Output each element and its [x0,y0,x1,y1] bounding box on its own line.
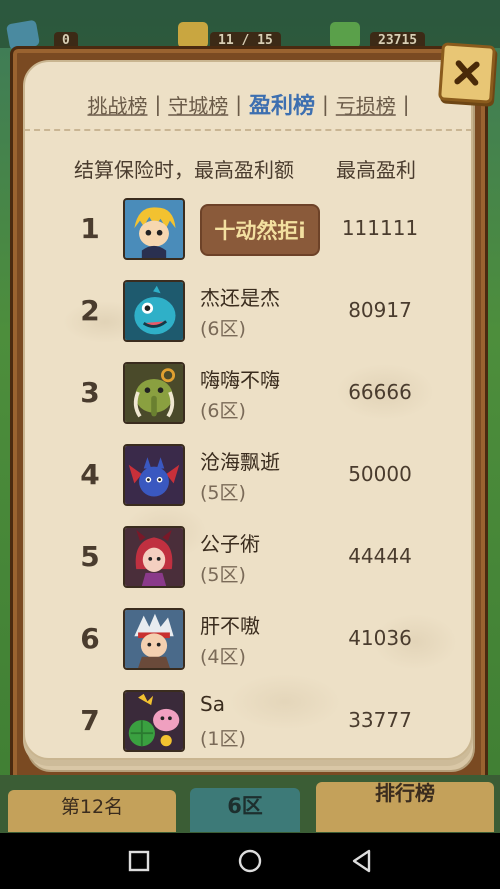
back-button[interactable] [348,847,376,875]
profit-score: 44444 [348,544,412,568]
player-zone: (6区) [200,318,246,340]
top-hud: 0 11 / 15 23715 [0,0,500,52]
back-triangle-icon [352,849,371,873]
player-zone: (5区) [200,564,246,586]
red-devil-girl-icon [123,526,185,588]
square-icon [128,850,150,872]
home-button[interactable] [236,847,264,875]
rank-number: 4 [80,458,100,491]
player-name: 杰还是杰 [200,286,280,310]
rank-number: 3 [80,376,100,409]
profit-score: 111111 [341,216,419,240]
android-nav-bar [0,833,500,889]
my-rank-tab[interactable]: 第12名 [8,790,176,832]
cash-icon [330,22,360,48]
rank-number: 7 [80,704,100,737]
table-row[interactable]: 2 杰还是杰 (6区) 80917 [0,280,500,362]
player-name: 嗨嗨不嗨 [200,368,280,392]
leaderboard-tabs: 挑战榜 | 守城榜 | 盈利榜 | 亏损榜 | [0,88,500,120]
player-name: 公子術 [200,532,260,556]
blue-dino-icon [123,280,185,342]
player-name-button[interactable]: 十动然拒i [200,204,320,256]
profit-score: 41036 [348,626,412,650]
close-icon [454,60,480,86]
table-row[interactable]: 7 Sa (1区) 33777 [0,690,500,772]
profit-score: 50000 [348,462,412,486]
rank-number: 2 [80,294,100,327]
header-score-label: 最高盈利 [336,158,416,182]
header-description: 结算保险时，最高盈利额 [74,158,294,182]
leaderboard-button[interactable]: 排行榜 [316,782,494,832]
profit-score: 33777 [348,708,412,732]
recent-apps-button[interactable] [125,847,153,875]
profit-score: 80917 [348,298,412,322]
tab-profit[interactable]: 盈利榜 [247,88,317,120]
table-row[interactable]: 3 嗨嗨不嗨 (6区) 66666 [0,362,500,444]
player-name: 沧海飘逝 [200,450,280,474]
profit-score: 66666 [348,380,412,404]
rank-number: 5 [80,540,100,573]
circle-icon [238,849,262,873]
energy-icon [178,22,208,48]
player-zone: (1区) [200,728,246,750]
blue-demon-icon [123,444,185,506]
player-name: Sa [200,692,225,716]
table-row[interactable]: 4 沧海飘逝 (5区) 50000 [0,444,500,526]
green-mammoth-icon [123,362,185,424]
player-zone: (4区) [200,646,246,668]
tabs-divider [24,129,472,131]
blond-hero-icon [123,198,185,260]
tab-separator: | [322,92,329,116]
white-hair-fighter-icon [123,608,185,670]
fruit-bunch-icon [123,690,185,752]
tab-separator: | [235,92,242,116]
player-zone: (5区) [200,482,246,504]
tab-defense[interactable]: 守城榜 [166,90,230,119]
my-zone-tab[interactable]: 6区 [190,788,300,832]
table-row[interactable]: 5 公子術 (5区) 44444 [0,526,500,608]
tab-separator: | [402,92,410,116]
player-zone: (6区) [200,400,246,422]
table-row[interactable]: 1 十动然拒i 111111 [0,198,500,280]
tab-separator: | [154,92,162,116]
table-row[interactable]: 6 肝不嗷 (4区) 41036 [0,608,500,690]
rank-number: 6 [80,622,100,655]
rank-number: 1 [80,212,100,245]
player-name: 肝不嗷 [200,614,260,638]
tab-challenge[interactable]: 挑战榜 [85,90,149,119]
tab-loss[interactable]: 亏损榜 [334,90,398,119]
